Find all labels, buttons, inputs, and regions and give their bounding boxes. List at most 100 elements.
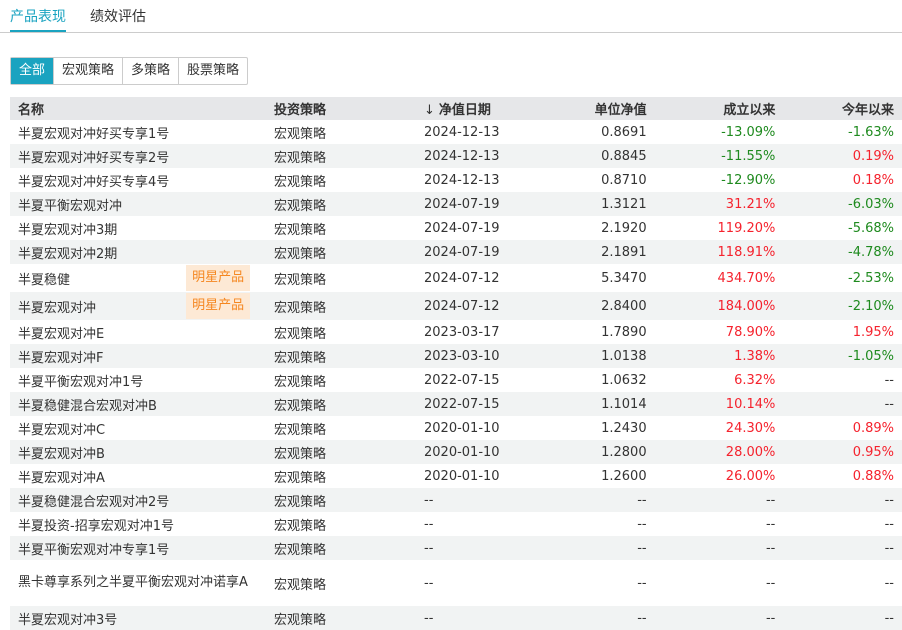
nav-cell: -- — [536, 606, 655, 630]
ytd-cell: -1.63% — [848, 124, 894, 140]
table-row[interactable]: 半夏宏观对冲B 宏观策略 2020-01-10 1.2800 28.00% 0.… — [10, 440, 902, 464]
nav-cell: 1.2600 — [601, 468, 647, 484]
product-name[interactable]: 半夏宏观对冲E — [10, 320, 186, 344]
tab-product-performance[interactable]: 产品表现 — [10, 6, 66, 32]
filter-all[interactable]: 全部 — [11, 58, 54, 84]
strategy-filter-group: 全部 宏观策略 多策略 股票策略 — [10, 57, 249, 85]
product-tag-cell — [186, 120, 266, 144]
filter-equity[interactable]: 股票策略 — [178, 58, 247, 84]
date-cell: 2024-07-19 — [424, 220, 500, 236]
product-name[interactable]: 半夏宏观对冲3号 — [10, 606, 187, 630]
ytd-cell: -6.03% — [783, 192, 902, 216]
ytd-cell: -2.53% — [848, 270, 894, 286]
product-name[interactable]: 半夏宏观对冲F — [10, 344, 187, 368]
product-tag-cell — [186, 512, 266, 536]
table-row[interactable]: 半夏宏观对冲好买专享2号 宏观策略 2024-12-13 0.8845 -11.… — [10, 144, 902, 168]
table-row[interactable]: 半夏宏观对冲A 宏观策略 2020-01-10 1.2600 26.00% 0.… — [10, 464, 902, 488]
star-product-badge: 明星产品 — [186, 293, 251, 319]
filter-multi[interactable]: 多策略 — [122, 58, 178, 84]
table-row[interactable]: 半夏宏观对冲C 宏观策略 2020-01-10 1.2430 24.30% 0.… — [10, 416, 902, 440]
table-row[interactable]: 半夏宏观对冲3期 宏观策略 2024-07-19 2.1920 119.20% … — [10, 216, 902, 240]
product-name[interactable]: 半夏平衡宏观对冲1号 — [10, 368, 186, 392]
nav-cell: 1.0632 — [601, 372, 647, 388]
product-name[interactable]: 半夏宏观对冲好买专享2号 — [10, 144, 187, 168]
product-name[interactable]: 半夏宏观对冲好买专享4号 — [10, 168, 186, 192]
header-strategy[interactable]: 投资策略 — [266, 97, 416, 120]
since-inception-cell: -- — [654, 536, 784, 560]
product-name[interactable]: 半夏宏观对冲C — [10, 416, 186, 440]
product-name[interactable]: 半夏稳健混合宏观对冲2号 — [10, 488, 187, 512]
table-row[interactable]: 半夏平衡宏观对冲1号 宏观策略 2022-07-15 1.0632 6.32% … — [10, 368, 902, 392]
table-row[interactable]: 半夏稳健混合宏观对冲2号 宏观策略 -- -- -- -- — [10, 488, 902, 512]
star-product-badge: 明星产品 — [186, 265, 251, 291]
product-tag-cell — [186, 440, 266, 464]
strategy-cell: 宏观策略 — [266, 536, 416, 560]
product-name[interactable]: 半夏宏观对冲2期 — [10, 240, 187, 264]
tab-performance-evaluation[interactable]: 绩效评估 — [90, 6, 146, 32]
strategy-cell: 宏观策略 — [274, 326, 327, 342]
product-name[interactable]: 半夏平衡宏观对冲专享1号 — [10, 536, 187, 560]
product-name[interactable]: 半夏宏观对冲好买专享1号 — [10, 120, 186, 144]
nav-cell: 0.8710 — [601, 172, 647, 188]
table-row[interactable]: 半夏平衡宏观对冲 宏观策略 2024-07-19 1.3121 31.21% -… — [10, 192, 902, 216]
date-cell: 2023-03-17 — [424, 324, 500, 340]
nav-cell: -- — [536, 536, 655, 560]
ytd-cell: 0.18% — [852, 172, 894, 188]
table-row[interactable]: 半夏稳健混合宏观对冲B 宏观策略 2022-07-15 1.1014 10.14… — [10, 392, 902, 416]
table-row[interactable]: 半夏宏观对冲好买专享1号 宏观策略 2024-12-13 0.8691 -13.… — [10, 120, 902, 144]
date-cell: -- — [424, 516, 434, 532]
product-name[interactable]: 半夏投资-招享宏观对冲1号 — [10, 512, 186, 536]
product-name[interactable]: 黑卡尊享系列之半夏平衡宏观对冲诺享A — [10, 560, 266, 606]
table-row[interactable]: 半夏宏观对冲F 宏观策略 2023-03-10 1.0138 1.38% -1.… — [10, 344, 902, 368]
date-cell: 2024-12-13 — [416, 144, 536, 168]
product-tag-cell — [186, 240, 266, 264]
product-name[interactable]: 半夏宏观对冲A — [10, 464, 186, 488]
table-row[interactable]: 半夏宏观对冲好买专享4号 宏观策略 2024-12-13 0.8710 -12.… — [10, 168, 902, 192]
date-cell: 2024-12-13 — [424, 124, 500, 140]
product-name[interactable]: 半夏稳健 — [10, 264, 186, 292]
product-name[interactable]: 半夏平衡宏观对冲 — [10, 192, 187, 216]
nav-cell: -- — [637, 516, 647, 532]
header-name[interactable]: 名称 — [10, 97, 266, 120]
table-row[interactable]: 半夏稳健 明星产品 宏观策略 2024-07-12 5.3470 434.70% … — [10, 264, 902, 292]
sort-down-icon: ↓ — [424, 103, 435, 118]
since-inception-cell: -- — [654, 488, 784, 512]
product-name[interactable]: 半夏宏观对冲 — [10, 292, 187, 320]
table-row[interactable]: 半夏宏观对冲3号 宏观策略 -- -- -- -- — [10, 606, 902, 630]
ytd-cell: -- — [884, 372, 894, 388]
since-inception-cell: 434.70% — [717, 270, 776, 286]
product-tag-cell — [186, 488, 266, 512]
product-name[interactable]: 半夏宏观对冲B — [10, 440, 187, 464]
since-inception-cell: 10.14% — [654, 392, 784, 416]
nav-cell: 1.1014 — [536, 392, 655, 416]
product-tag-cell — [186, 416, 266, 440]
date-cell: 2024-07-19 — [416, 240, 536, 264]
header-ytd[interactable]: 今年以来 — [783, 97, 902, 120]
ytd-cell: 0.88% — [852, 468, 894, 484]
header-since-inception[interactable]: 成立以来 — [654, 97, 784, 120]
table-row[interactable]: 半夏投资-招享宏观对冲1号 宏观策略 -- -- -- -- — [10, 512, 902, 536]
date-cell: 2022-07-15 — [424, 372, 500, 388]
product-tag-cell — [186, 368, 266, 392]
header-date[interactable]: ↓ 净值日期 — [416, 97, 536, 120]
strategy-cell: 宏观策略 — [274, 174, 327, 190]
table-row[interactable]: 半夏宏观对冲 明星产品 宏观策略 2024-07-12 2.8400 184.00… — [10, 292, 902, 320]
table-row[interactable]: 半夏平衡宏观对冲专享1号 宏观策略 -- -- -- -- — [10, 536, 902, 560]
product-name[interactable]: 半夏宏观对冲3期 — [10, 216, 186, 240]
product-name[interactable]: 半夏稳健混合宏观对冲B — [10, 392, 187, 416]
filter-macro[interactable]: 宏观策略 — [53, 58, 122, 84]
table-row[interactable]: 半夏宏观对冲2期 宏观策略 2024-07-19 2.1891 118.91% … — [10, 240, 902, 264]
table-row[interactable]: 半夏宏观对冲E 宏观策略 2023-03-17 1.7890 78.90% 1.… — [10, 320, 902, 344]
product-table: 名称 投资策略 ↓ 净值日期 单位净值 成立以来 今年以来 半夏宏观对冲好买专享1… — [10, 97, 902, 630]
table-row[interactable]: 黑卡尊享系列之半夏平衡宏观对冲诺享A 宏观策略 -- -- -- -- — [10, 560, 902, 606]
strategy-cell: 宏观策略 — [274, 577, 327, 593]
nav-cell: 1.3121 — [536, 192, 655, 216]
product-tag-cell — [186, 216, 266, 240]
ytd-cell: 0.89% — [852, 420, 894, 436]
product-tag-cell: 明星产品 — [186, 264, 266, 292]
ytd-cell: -- — [783, 536, 902, 560]
header-nav[interactable]: 单位净值 — [536, 97, 655, 120]
strategy-cell: 宏观策略 — [266, 240, 416, 264]
ytd-cell: 1.95% — [852, 324, 894, 340]
strategy-cell: 宏观策略 — [274, 222, 327, 238]
